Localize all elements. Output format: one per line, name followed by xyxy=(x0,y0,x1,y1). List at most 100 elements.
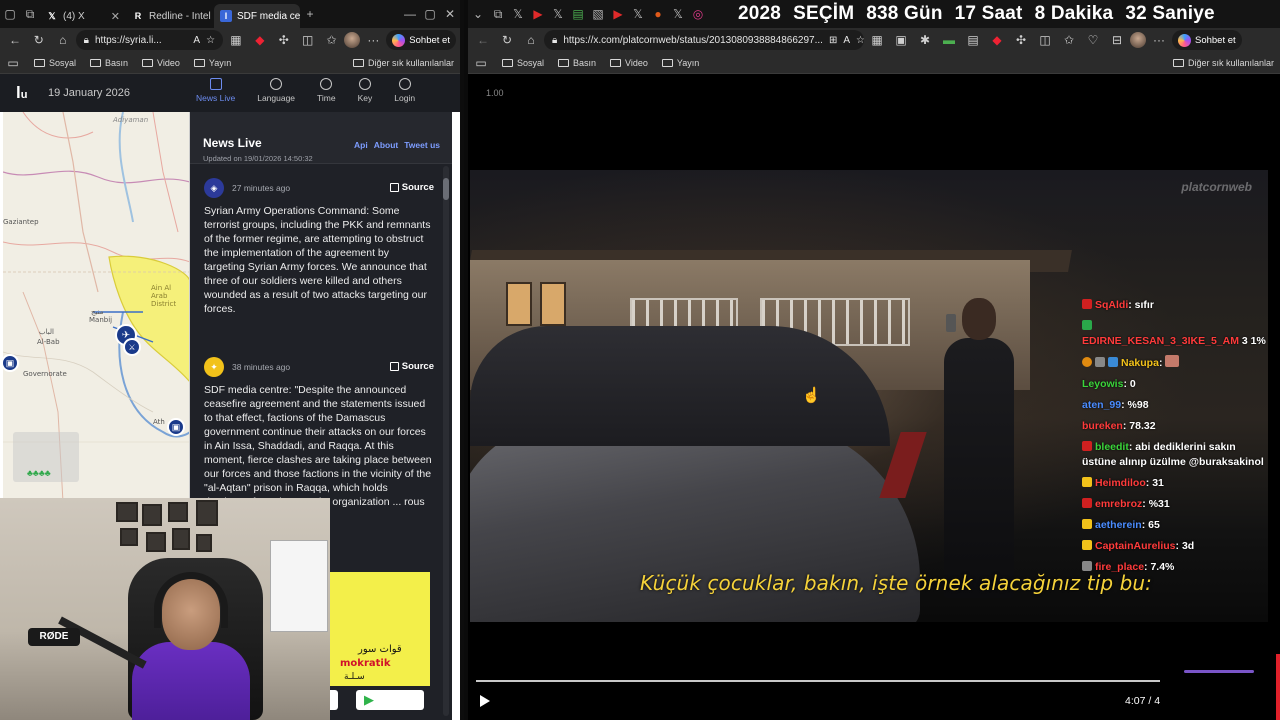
sidebar-toggle-icon[interactable]: ▭ xyxy=(6,53,20,73)
news-item[interactable]: ✦ 38 minutes ago Source SDF media centre… xyxy=(190,357,440,517)
extension-icon[interactable]: ▤ xyxy=(962,30,984,50)
tab-actions-icon[interactable]: ⌄ xyxy=(468,4,488,24)
read-aloud-icon[interactable]: A xyxy=(843,35,850,46)
nav-news-live[interactable]: News Live xyxy=(196,78,235,103)
back-icon[interactable]: ← xyxy=(4,30,26,50)
bookmark-video[interactable]: Video xyxy=(610,58,648,68)
google-play-button[interactable]: ▶ xyxy=(356,690,424,710)
right-nav-bar: ← ↻ ⌂ 🔒︎ https://x.com/platcornweb/statu… xyxy=(468,28,1280,52)
minimize-icon[interactable]: — xyxy=(400,4,420,24)
bookmark-yayin[interactable]: Yayın xyxy=(193,58,231,68)
x-tab-icon[interactable]: 𝕏 xyxy=(508,4,528,24)
home-icon[interactable]: ⌂ xyxy=(520,30,542,50)
close-icon[interactable]: ✕ xyxy=(111,10,120,23)
tab-sdf-media[interactable]: l SDF media cen ✕ xyxy=(214,4,300,28)
source-link[interactable]: Source xyxy=(389,182,434,193)
split-screen-icon[interactable]: ◫ xyxy=(1034,30,1056,50)
youtube-tab-icon[interactable]: ▶ xyxy=(528,4,548,24)
nav-login[interactable]: Login xyxy=(394,78,415,103)
tab-icon[interactable]: ▤ xyxy=(568,4,588,24)
bookmark-yayin[interactable]: Yayın xyxy=(661,58,699,68)
bookmark-label: Video xyxy=(157,57,180,68)
read-aloud-icon[interactable]: A xyxy=(193,35,200,46)
map-inset[interactable]: ♣♣♣♣ xyxy=(13,432,79,482)
sidebar-toggle-icon[interactable]: ▭ xyxy=(474,53,488,73)
workspaces-icon[interactable]: ⧉ xyxy=(488,4,508,24)
favorites-icon[interactable]: ✩ xyxy=(1058,30,1080,50)
nav-language[interactable]: Language xyxy=(257,78,295,103)
news-text: SDF media centre: "Despite the announced… xyxy=(204,384,432,517)
address-bar[interactable]: 🔒︎ https://x.com/platcornweb/status/2013… xyxy=(544,30,864,50)
maximize-icon[interactable]: ▢ xyxy=(420,4,440,24)
conflict-map[interactable]: Adiyaman Gaziantep منبج Manbij Ain Al Ar… xyxy=(3,112,190,502)
nav-key[interactable]: Key xyxy=(358,78,372,103)
news-image[interactable]: قوات سور mokratik سـلـة xyxy=(330,572,430,686)
bookmark-video[interactable]: Video xyxy=(142,58,180,68)
x-tab-icon[interactable]: 𝕏 xyxy=(628,4,648,24)
map-label-albab-arabic: الباب xyxy=(39,328,54,336)
source-link[interactable]: Source xyxy=(389,361,434,372)
bookmark-basin[interactable]: Basın xyxy=(90,58,128,68)
site-logo[interactable]: lu xyxy=(16,84,34,102)
map-label-manbij-arabic: منبج xyxy=(91,308,104,316)
extension-red-icon[interactable]: ◆ xyxy=(249,30,271,50)
bookmark-basin[interactable]: Basın xyxy=(558,58,596,68)
extension-icon[interactable]: ✱ xyxy=(914,30,936,50)
address-bar[interactable]: 🔒︎ https://syria.li... A ☆ xyxy=(75,30,224,50)
extension-green-icon[interactable]: ▬ xyxy=(938,30,960,50)
chat-user: bureken xyxy=(1082,420,1123,432)
instagram-tab-icon[interactable]: ◎ xyxy=(688,4,708,24)
news-scrollbar[interactable] xyxy=(443,166,449,716)
collections-icon[interactable]: ⊟ xyxy=(1106,30,1128,50)
tab-redline[interactable]: R Redline - Intel ✕ xyxy=(126,4,214,28)
refresh-icon[interactable]: ↻ xyxy=(28,30,50,50)
about-link[interactable]: About xyxy=(374,140,399,150)
profile-avatar[interactable] xyxy=(344,32,361,48)
nav-time[interactable]: Time xyxy=(317,78,336,103)
home-icon[interactable]: ⌂ xyxy=(52,30,74,50)
bookmark-other[interactable]: Diğer sık kullanılanlar xyxy=(1172,58,1274,68)
extensions-puzzle-icon[interactable]: ✣ xyxy=(1010,30,1032,50)
tab-x[interactable]: 𝕏 (4) X ✕ xyxy=(40,4,126,28)
tab-icon[interactable]: ▧ xyxy=(588,4,608,24)
military-unit-icon[interactable]: ⚔ xyxy=(123,338,141,356)
extensions-puzzle-icon[interactable]: ✣ xyxy=(273,30,295,50)
playback-speed[interactable]: 1.00 xyxy=(486,88,504,98)
extension-icon[interactable]: ▦ xyxy=(866,30,888,50)
new-tab-icon[interactable]: + xyxy=(300,4,320,24)
bookmark-sosyal[interactable]: Sosyal xyxy=(502,58,544,68)
copilot-button[interactable]: Sohbet et xyxy=(1172,30,1242,50)
refresh-icon[interactable]: ↻ xyxy=(496,30,518,50)
x-tab-icon[interactable]: 𝕏 xyxy=(548,4,568,24)
favorite-star-icon[interactable]: ☆ xyxy=(856,35,864,46)
x-tab-icon[interactable]: 𝕏 xyxy=(668,4,688,24)
youtube-tab-icon[interactable]: ▶ xyxy=(608,4,628,24)
extension-icon[interactable]: ▣ xyxy=(890,30,912,50)
video-progress-bar[interactable] xyxy=(476,680,1160,682)
reddit-tab-icon[interactable]: ● xyxy=(648,4,668,24)
profile-avatar[interactable] xyxy=(1130,32,1146,48)
close-window-icon[interactable]: ✕ xyxy=(440,4,460,24)
extension-icon[interactable]: ▦ xyxy=(225,30,247,50)
more-menu-icon[interactable]: ··· xyxy=(362,30,384,50)
more-menu-icon[interactable]: ··· xyxy=(1148,30,1170,50)
tab-actions-icon[interactable]: ▢ xyxy=(0,4,20,24)
extension-red-icon[interactable]: ◆ xyxy=(986,30,1008,50)
copilot-button[interactable]: Sohbet et xyxy=(386,30,456,50)
news-scroll-thumb[interactable] xyxy=(443,178,449,200)
favorites-icon[interactable]: ✩ xyxy=(321,30,343,50)
bookmark-other[interactable]: Diğer sık kullanılanlar xyxy=(352,58,454,68)
heart-icon[interactable]: ♡ xyxy=(1082,30,1104,50)
play-icon[interactable] xyxy=(478,694,492,708)
copilot-icon xyxy=(1178,33,1191,47)
split-screen-icon[interactable]: ◫ xyxy=(297,30,319,50)
workspaces-icon[interactable]: ⧉ xyxy=(20,4,40,24)
bookmark-sosyal[interactable]: Sosyal xyxy=(34,58,76,68)
tweet-us-link[interactable]: Tweet us xyxy=(404,140,440,150)
app-available-icon[interactable]: ⊞ xyxy=(829,35,837,46)
favorite-star-icon[interactable]: ☆ xyxy=(206,35,215,46)
back-icon[interactable]: ← xyxy=(472,30,494,50)
vehicle-icon[interactable]: ▣ xyxy=(167,418,185,436)
api-link[interactable]: Api xyxy=(354,140,368,150)
purple-hoodie xyxy=(132,642,250,720)
